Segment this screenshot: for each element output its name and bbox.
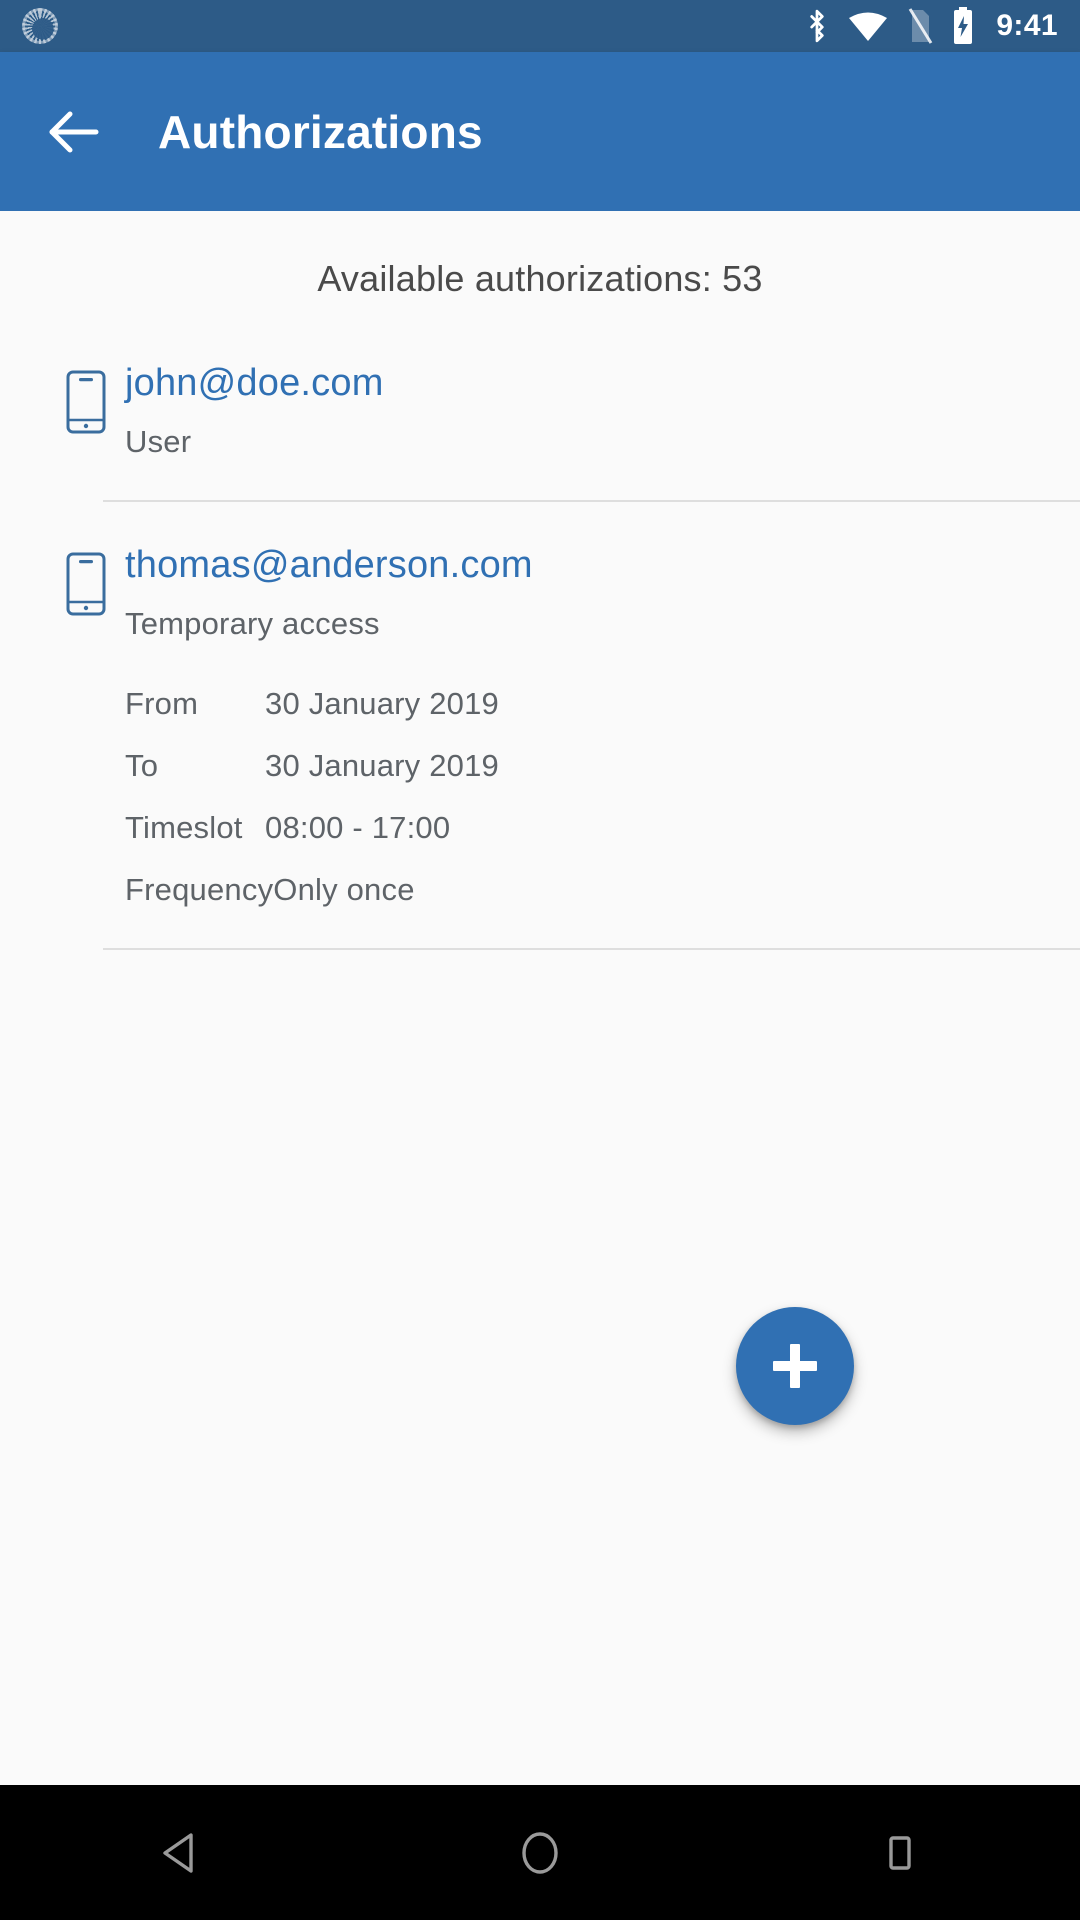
android-navigation-bar (0, 1785, 1080, 1920)
plus-icon (773, 1344, 817, 1388)
list-divider (103, 500, 1080, 502)
status-bar-clock: 9:41 (996, 9, 1058, 42)
authorization-subtitle: Temporary access (125, 606, 380, 641)
nav-back-button[interactable] (0, 1785, 360, 1920)
detail-row: Frequency Only once (125, 872, 1056, 908)
content-area: Available authorizations: 53 john@doe.co… (0, 211, 1080, 1785)
authorization-body: thomas@anderson.com Temporary access Fro… (125, 546, 1080, 934)
available-authorizations-count: Available authorizations: 53 (317, 258, 763, 299)
detail-row: To 30 January 2019 (125, 748, 1056, 784)
wifi-icon (849, 12, 888, 41)
authorization-row[interactable]: john@doe.com User (0, 364, 1080, 460)
detail-label: Timeslot (125, 810, 243, 845)
authorization-body: john@doe.com User (125, 364, 1080, 460)
sync-icon (22, 8, 58, 44)
smartphone-icon (66, 370, 105, 434)
list-divider (103, 948, 1080, 950)
detail-value: 30 January 2019 (265, 686, 499, 721)
detail-row: Timeslot 08:00 - 17:00 (125, 810, 1056, 846)
smartphone-icon-wrap (46, 364, 125, 460)
detail-value: 30 January 2019 (265, 748, 499, 783)
authorization-list: john@doe.com User thomas@anderson.com Te… (0, 364, 1080, 950)
status-bar: 9:41 (0, 0, 1080, 52)
list-item[interactable]: john@doe.com User (0, 364, 1080, 502)
nav-home-circle-icon (522, 1831, 558, 1874)
phone-screen: 9:41 Authorizations Available authorizat… (0, 0, 1080, 1920)
detail-row: From 30 January 2019 (125, 686, 1056, 722)
detail-label: From (125, 686, 199, 721)
back-arrow-icon (49, 111, 99, 152)
detail-value: 08:00 - 17:00 (265, 810, 451, 845)
nav-recents-square-icon (889, 1835, 911, 1870)
authorization-email[interactable]: john@doe.com (125, 364, 1056, 402)
back-button[interactable] (26, 84, 122, 180)
smartphone-icon-wrap (46, 546, 125, 934)
smartphone-icon (66, 552, 105, 616)
add-authorization-fab[interactable] (736, 1307, 854, 1425)
nav-recents-button[interactable] (720, 1785, 1080, 1920)
authorization-details: From 30 January 2019 To 30 January 2019 … (125, 686, 1056, 908)
list-item[interactable]: thomas@anderson.com Temporary access Fro… (0, 546, 1080, 950)
authorization-email[interactable]: thomas@anderson.com (125, 546, 1056, 584)
detail-label: To (125, 748, 159, 783)
status-bar-left-icons (22, 8, 58, 44)
status-bar-right-icons: 9:41 (804, 7, 1058, 45)
no-sim-icon (909, 8, 933, 44)
authorization-row[interactable]: thomas@anderson.com Temporary access Fro… (0, 546, 1080, 934)
bluetooth-icon (810, 9, 825, 43)
app-bar: Authorizations (0, 52, 1080, 211)
detail-label: Frequency (125, 872, 274, 907)
authorization-subtitle: User (125, 424, 192, 459)
battery-charging-icon (954, 7, 973, 44)
detail-value: Only once (273, 872, 415, 907)
nav-home-button[interactable] (360, 1785, 720, 1920)
nav-back-triangle-icon (163, 1832, 193, 1873)
page-title: Authorizations (158, 105, 483, 158)
